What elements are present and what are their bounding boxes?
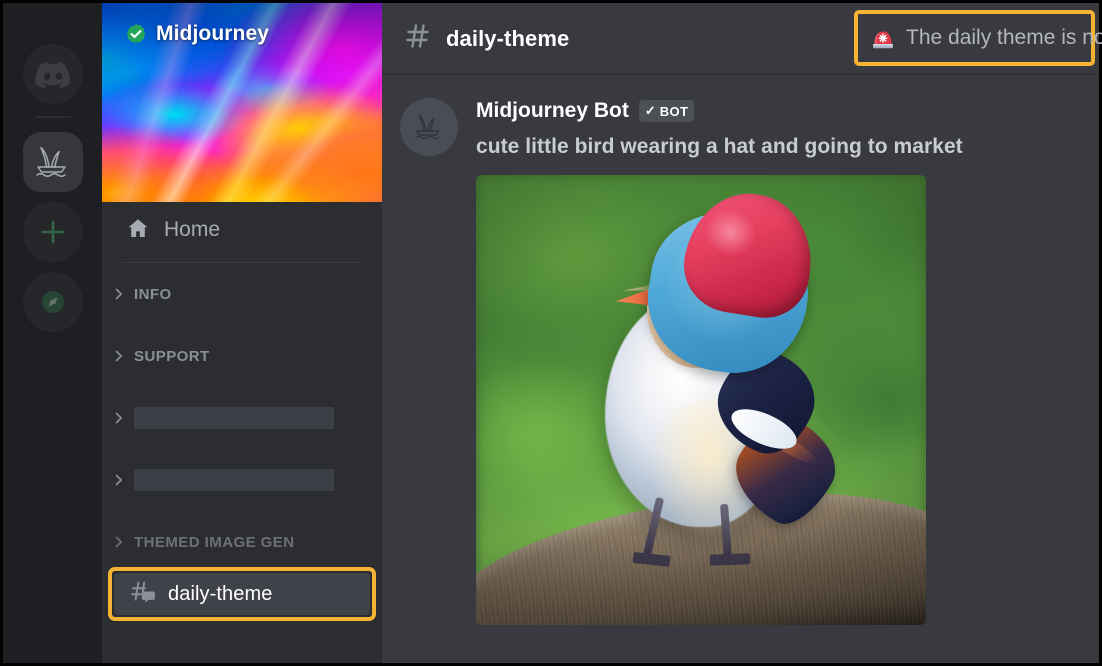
- bird: [598, 185, 850, 580]
- compass-icon: [22, 272, 83, 332]
- server-rail-item-midjourney[interactable]: [22, 131, 84, 193]
- server-banner[interactable]: Midjourney: [102, 3, 382, 202]
- channel-category-label: THEMED IMAGE GEN: [134, 533, 295, 551]
- server-rail-item-direct-messages[interactable]: [22, 43, 84, 105]
- message-author[interactable]: Midjourney Bot: [476, 99, 629, 123]
- bot-badge: ✓ BOT: [638, 100, 695, 122]
- sidebar-channel-daily-theme[interactable]: daily-theme: [114, 573, 370, 615]
- bird-illustration: [476, 175, 926, 625]
- forum-channel-icon: [130, 580, 156, 609]
- sidebar-item-home-label: Home: [164, 218, 221, 241]
- plus-icon: [22, 202, 83, 262]
- message-attachment-image[interactable]: [476, 175, 926, 625]
- server-name-row[interactable]: Midjourney: [125, 22, 269, 46]
- chevron-right-icon: [114, 474, 124, 486]
- server-rail: [3, 3, 102, 663]
- active-channel-wrapper: daily-theme: [102, 567, 382, 621]
- home-icon: [126, 216, 150, 245]
- topbar-channel-name: daily-theme: [446, 25, 570, 51]
- chevron-right-icon: [114, 350, 124, 362]
- avatar[interactable]: [400, 98, 458, 156]
- verified-badge-icon: [125, 23, 147, 45]
- rotating-light-emoji: [870, 25, 896, 51]
- channel-category-label: SUPPORT: [134, 347, 210, 365]
- message-text: cute little bird wearing a hat and going…: [476, 135, 963, 158]
- discord-logo-icon: [22, 44, 83, 104]
- active-channel-highlight-box: daily-theme: [108, 567, 376, 621]
- bot-badge-label: BOT: [659, 103, 689, 119]
- channel-category-redacted-bar: [134, 469, 334, 491]
- channel-category-redacted-bar: [134, 407, 334, 429]
- chevron-right-icon: [114, 536, 124, 548]
- channel-category-themed-image-gen[interactable]: THEMED IMAGE GEN: [102, 527, 382, 557]
- midjourney-sailboat-icon: [22, 132, 83, 192]
- hash-icon: [404, 22, 432, 55]
- discord-window: Midjourney Home INFO SUPPORT THEMED IMAG…: [0, 0, 1102, 666]
- channel-category-support[interactable]: SUPPORT: [102, 341, 382, 371]
- sidebar-item-home[interactable]: Home: [102, 202, 382, 258]
- sidebar-channel-label: daily-theme: [168, 582, 273, 605]
- channel-category-info[interactable]: INFO: [102, 279, 382, 309]
- message-header: Midjourney Bot ✓ BOT: [476, 96, 1099, 126]
- chevron-right-icon: [114, 288, 124, 300]
- bird-foot-left: [632, 551, 671, 567]
- bot-badge-check: ✓: [644, 103, 656, 118]
- server-rail-item-explore[interactable]: [22, 271, 84, 333]
- chevron-right-icon: [114, 412, 124, 424]
- server-rail-divider: [34, 116, 71, 118]
- channel-category-redacted-2[interactable]: [102, 465, 382, 495]
- channel-category-redacted-1[interactable]: [102, 403, 382, 433]
- channel-sidebar: Midjourney Home INFO SUPPORT THEMED IMAG…: [102, 3, 382, 663]
- channel-category-label: INFO: [134, 285, 172, 303]
- message-body: Midjourney Bot ✓ BOT cute little bird we…: [476, 96, 1099, 625]
- channel-topbar: daily-theme The daily theme is no: [382, 3, 1102, 74]
- message-item: Midjourney Bot ✓ BOT cute little bird we…: [382, 96, 1099, 625]
- server-name: Midjourney: [156, 22, 270, 45]
- topbar-channel-title[interactable]: daily-theme: [404, 22, 569, 55]
- channel-topic-highlight-box[interactable]: The daily theme is now birds in hats: [854, 10, 1102, 66]
- server-rail-item-add-server[interactable]: [22, 201, 84, 263]
- message-list: Midjourney Bot ✓ BOT cute little bird we…: [382, 74, 1099, 663]
- channel-topic-text: The daily theme is now birds in hats: [906, 26, 1102, 49]
- channel-list: INFO SUPPORT THEMED IMAGE GEN daily-them…: [102, 263, 382, 663]
- bird-foot-right: [709, 552, 750, 566]
- main-content: daily-theme The daily theme is no Midjou…: [382, 3, 1102, 663]
